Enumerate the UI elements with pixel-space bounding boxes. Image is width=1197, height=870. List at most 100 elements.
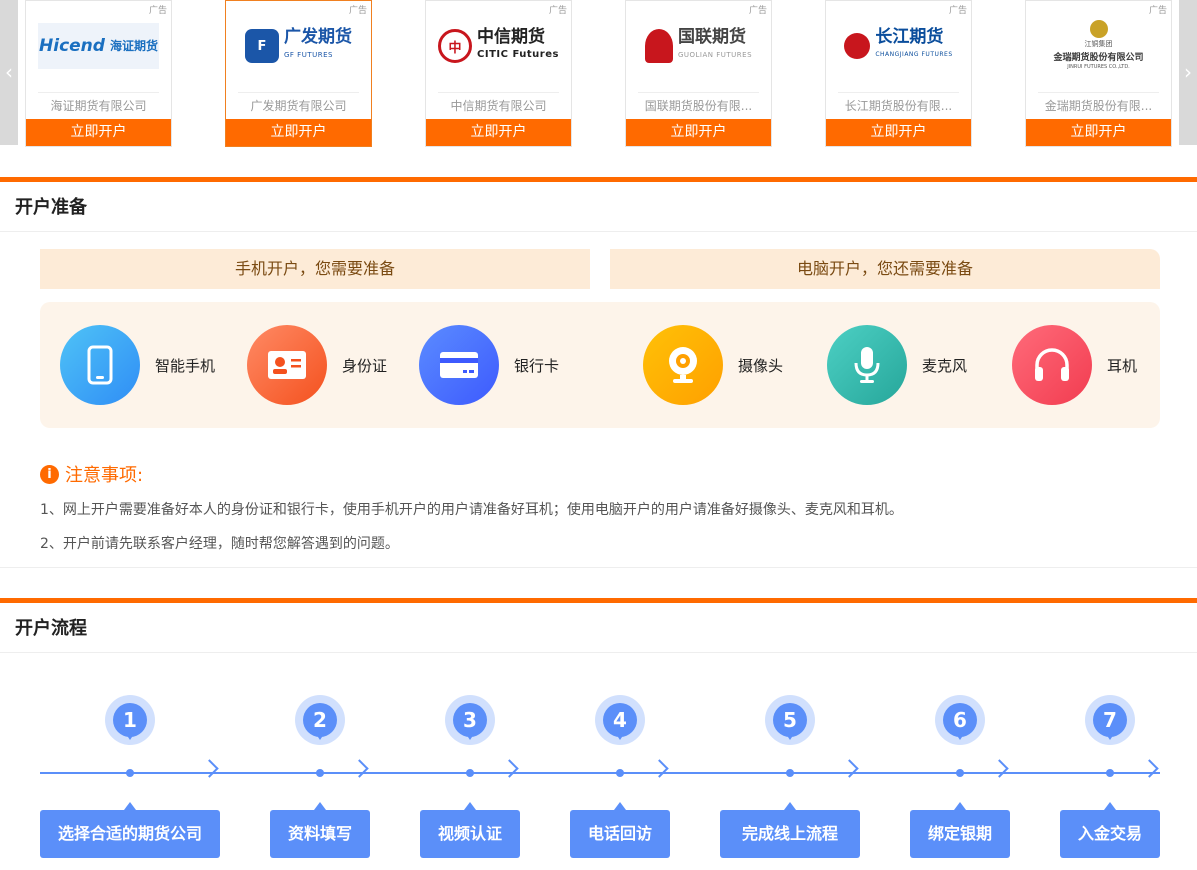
step-number-pin: 3 xyxy=(445,695,495,745)
logo-text: 国联期货 xyxy=(677,27,746,47)
prep-item-label: 智能手机 xyxy=(155,356,216,375)
carousel-prev-button[interactable]: ‹ xyxy=(0,0,18,145)
logo-text: 长江期货 xyxy=(875,27,944,47)
broker-name: 广发期货有限公司 xyxy=(250,99,347,113)
chevron-left-icon: ‹ xyxy=(5,60,13,84)
prep-item-label: 耳机 xyxy=(1107,356,1138,375)
ad-label: 广告 xyxy=(1148,6,1167,16)
prep-item-label: 银行卡 xyxy=(514,356,560,375)
broker-card[interactable]: 广告 中 中信期货 CITIC Futures 中信期货有限公司 立即开户 xyxy=(425,0,572,147)
arrow-right-icon xyxy=(500,759,519,778)
arrow-right-icon xyxy=(1140,759,1159,778)
step-number-pin: 1 xyxy=(105,695,155,745)
prep-item-label: 麦克风 xyxy=(922,356,968,375)
ad-label: 广告 xyxy=(348,6,367,16)
broker-name: 海证期货有限公司 xyxy=(50,99,147,113)
timeline-dot xyxy=(126,769,134,777)
broker-logo: 国联期货 GUOLIAN FUTURES xyxy=(638,23,759,69)
carousel-next-button[interactable]: › xyxy=(1179,0,1197,145)
broker-card[interactable]: 广告 Hicend 海证期货 海证期货有限公司 立即开户 xyxy=(25,0,172,147)
changjiang-logo-icon xyxy=(844,33,871,59)
broker-card[interactable]: 广告 F 广发期货 GF FUTURES 广发期货有限公司 立即开户 xyxy=(225,0,372,147)
section-title: 开户流程 xyxy=(0,603,1197,653)
gf-logo-icon: F xyxy=(245,29,279,63)
broker-card[interactable]: 广告 国联期货 GUOLIAN FUTURES 国联期货股份有限... 立即开户 xyxy=(625,0,772,147)
logo-subtext: JINRUI FUTURES CO.,LTD. xyxy=(1067,64,1130,70)
logo-subtext: GF FUTURES xyxy=(284,51,333,59)
broker-card[interactable]: 广告 江铜集团 金瑞期货股份有限公司 JINRUI FUTURES CO.,LT… xyxy=(1025,0,1172,147)
open-account-button[interactable]: 立即开户 xyxy=(826,119,971,146)
step-label: 选择合适的期货公司 xyxy=(57,824,202,843)
step-number: 5 xyxy=(773,703,807,737)
broker-logo: F 广发期货 GF FUTURES xyxy=(238,23,359,69)
notice-item: 1、网上开户需要准备好本人的身份证和银行卡，使用手机开户的用户请准备好耳机；使用… xyxy=(40,502,903,518)
prep-item-smartphone: 智能手机 xyxy=(60,325,215,405)
timeline-dot xyxy=(466,769,474,777)
citic-logo-icon: 中 xyxy=(438,29,473,63)
prep-item-microphone: 麦克风 xyxy=(827,325,967,405)
chevron-right-icon: › xyxy=(1184,60,1192,84)
arrow-right-icon xyxy=(650,759,669,778)
broker-logo: 长江期货 CHANGJIANG FUTURES xyxy=(838,23,959,69)
broker-name: 金瑞期货股份有限... xyxy=(1044,99,1153,113)
notice-heading: i 注意事项: xyxy=(40,461,143,487)
step-number-pin: 2 xyxy=(295,695,345,745)
flow-step: 选择合适的期货公司 xyxy=(40,802,220,858)
broker-carousel: ‹ 广告 Hicend 海证期货 海证期货有限公司 立即开户 广告 F 广发期货… xyxy=(0,0,1197,150)
prep-item-label: 摄像头 xyxy=(738,356,784,375)
logo-text: 金瑞期货股份有限公司 xyxy=(1053,53,1144,63)
logo-text: Hicend xyxy=(39,36,105,56)
arrow-right-icon xyxy=(350,759,369,778)
open-account-button[interactable]: 立即开户 xyxy=(26,119,171,146)
open-account-button[interactable]: 立即开户 xyxy=(626,119,771,146)
prep-section: 开户准备 xyxy=(0,177,1197,232)
step-number-pin: 7 xyxy=(1085,695,1135,745)
logo-subtext: 海证期货 xyxy=(109,39,158,53)
section-divider xyxy=(0,567,1197,568)
info-icon: i xyxy=(40,464,59,484)
open-account-button[interactable]: 立即开户 xyxy=(226,119,371,146)
step-label: 视频认证 xyxy=(437,824,502,843)
logo-group-text: 江铜集团 xyxy=(1084,40,1113,48)
arrow-right-icon xyxy=(990,759,1009,778)
smartphone-icon xyxy=(60,325,140,405)
open-account-button[interactable]: 立即开户 xyxy=(1026,119,1171,146)
step-label: 电话回访 xyxy=(587,824,652,843)
step-label: 资料填写 xyxy=(287,824,352,843)
logo-text: 广发期货 xyxy=(284,27,352,47)
timeline-dot xyxy=(786,769,794,777)
flow-step: 视频认证 xyxy=(420,802,520,858)
timeline-dot xyxy=(316,769,324,777)
broker-name: 中信期货有限公司 xyxy=(450,99,547,113)
id-card-icon xyxy=(247,325,327,405)
logo-subtext: CHANGJIANG FUTURES xyxy=(875,51,953,58)
webcam-icon xyxy=(643,325,723,405)
flow-step: 完成线上流程 xyxy=(720,802,860,858)
jinrui-logo-icon xyxy=(1089,20,1108,38)
arrow-right-icon xyxy=(840,759,859,778)
prep-item-bank-card: 银行卡 xyxy=(419,325,559,405)
broker-name: 长江期货股份有限... xyxy=(844,99,953,113)
broker-card[interactable]: 广告 长江期货 CHANGJIANG FUTURES 长江期货股份有限... 立即… xyxy=(825,0,972,147)
step-number: 4 xyxy=(603,703,637,737)
broker-logo: 中 中信期货 CITIC Futures xyxy=(438,23,559,69)
ad-label: 广告 xyxy=(548,6,567,16)
bank-card-icon xyxy=(419,325,499,405)
step-number-pin: 5 xyxy=(765,695,815,745)
headphones-icon xyxy=(1012,325,1092,405)
mobile-prep-heading: 手机开户，您需要准备 xyxy=(40,249,590,289)
timeline-dot xyxy=(616,769,624,777)
step-label: 绑定银期 xyxy=(927,824,992,843)
flow-step: 绑定银期 xyxy=(910,802,1010,858)
flow-step: 入金交易 xyxy=(1060,802,1160,858)
logo-text: 中信期货 xyxy=(477,27,546,47)
logo-subtext: GUOLIAN FUTURES xyxy=(677,51,753,59)
prep-item-headphones: 耳机 xyxy=(1012,325,1137,405)
guolian-logo-icon xyxy=(644,29,673,63)
timeline-dot xyxy=(956,769,964,777)
step-number: 6 xyxy=(943,703,977,737)
ad-label: 广告 xyxy=(748,6,767,16)
broker-logo: 江铜集团 金瑞期货股份有限公司 JINRUI FUTURES CO.,LTD. xyxy=(1038,19,1159,71)
flow-step: 资料填写 xyxy=(270,802,370,858)
open-account-button[interactable]: 立即开户 xyxy=(426,119,571,146)
